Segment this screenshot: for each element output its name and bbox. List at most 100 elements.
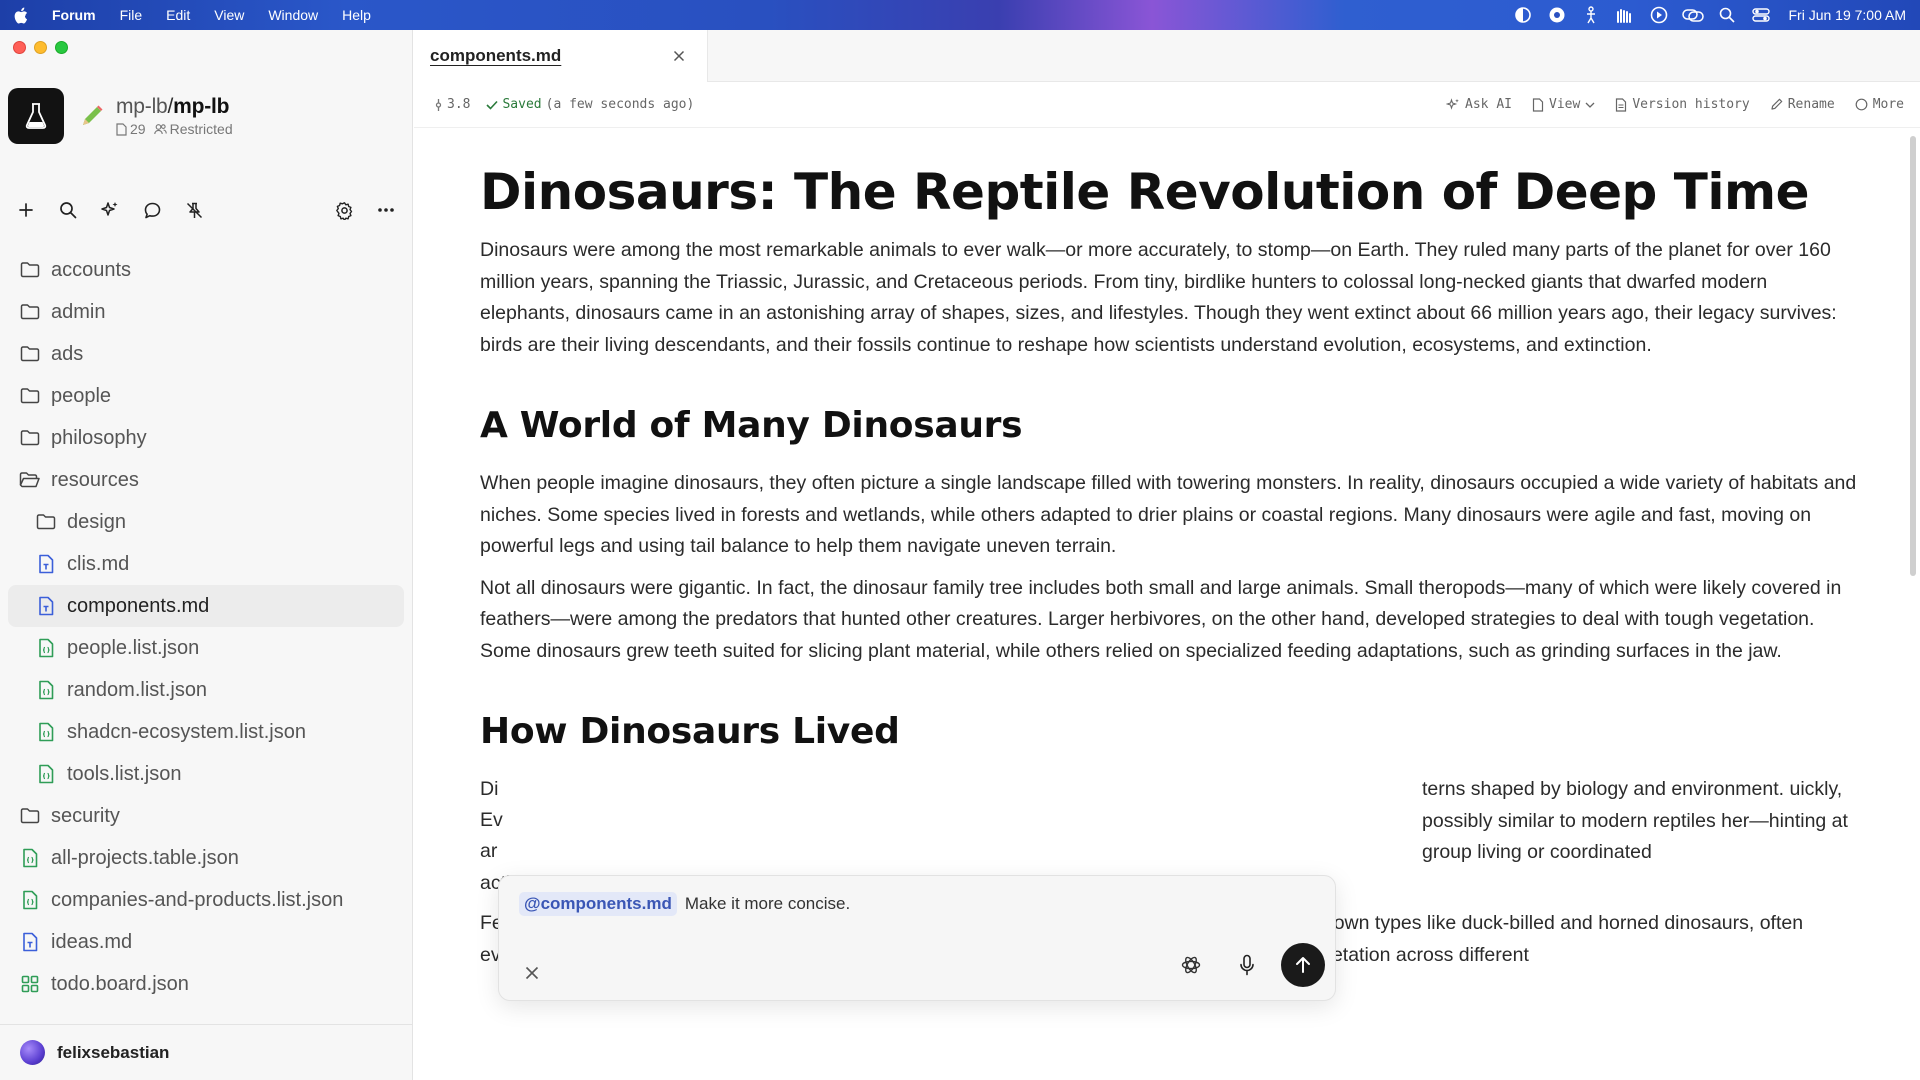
partially-hidden-paragraph: Di Ev ar activity. terns shaped by biolo… <box>480 774 1860 894</box>
close-tab-icon[interactable] <box>669 46 689 66</box>
tree-item-people[interactable]: people <box>8 375 404 417</box>
file-tree: accounts admin ads people philosophy resource… <box>8 249 404 1005</box>
paragraph-visible-fragment: terns shaped by biology and environment.… <box>1422 778 1848 863</box>
tree-item-label: resources <box>51 468 139 491</box>
workspace-logo-flask-icon[interactable] <box>8 88 64 144</box>
tree-item-ads[interactable]: ads <box>8 333 404 375</box>
json-file-icon <box>35 637 57 659</box>
folder-icon <box>35 511 57 533</box>
tree-item-clis-md[interactable]: clis.md <box>8 543 404 585</box>
doc-count: 29 <box>116 121 146 137</box>
paragraph: Not all dinosaurs were gigantic. In fact… <box>480 576 1842 662</box>
tree-item-resources[interactable]: resources <box>8 459 404 501</box>
app-window: mp-lb/mp-lb 29 Restricted accounts admin… <box>0 30 1920 1080</box>
avatar <box>20 1040 45 1065</box>
status-cloud-icon[interactable] <box>1676 0 1710 30</box>
tree-item-label: companies-and-products.list.json <box>51 888 344 911</box>
microphone-icon[interactable] <box>1225 943 1269 987</box>
status-play-icon[interactable] <box>1642 0 1676 30</box>
markdown-file-icon <box>35 553 57 575</box>
status-moon-icon[interactable] <box>1506 0 1540 30</box>
more-button[interactable]: More <box>1855 97 1904 112</box>
tree-item-design[interactable]: design <box>8 501 404 543</box>
menu-help[interactable]: Help <box>330 0 383 30</box>
tree-item-label: ads <box>51 342 84 365</box>
new-item-plus-icon[interactable] <box>12 196 40 224</box>
workspace-header[interactable]: mp-lb/mp-lb 29 Restricted <box>8 87 404 145</box>
scrollbar[interactable] <box>1910 136 1916 576</box>
tree-item-tools-list-json[interactable]: tools.list.json <box>8 753 404 795</box>
tree-item-label: random.list.json <box>67 678 208 701</box>
tree-item-label: components.md <box>67 594 210 617</box>
send-arrow-up-button[interactable] <box>1281 943 1325 987</box>
status-record-icon[interactable] <box>1540 0 1574 30</box>
intro-paragraph: Dinosaurs were among the most remarkable… <box>480 239 1837 356</box>
view-dropdown[interactable]: View <box>1532 97 1595 112</box>
document-toolbar: 3.8 Saved (a few seconds ago) Ask AI Vie… <box>414 82 1920 128</box>
tree-item-label: accounts <box>51 258 132 281</box>
version-history-button[interactable]: Version history <box>1615 97 1750 112</box>
zoom-window-button[interactable] <box>55 41 68 54</box>
tree-item-people-list-json[interactable]: people.list.json <box>8 627 404 669</box>
menu-file[interactable]: File <box>108 0 155 30</box>
paragraph: When people imagine dinosaurs, they ofte… <box>480 472 1857 557</box>
rename-button[interactable]: Rename <box>1770 97 1835 112</box>
tree-item-label: todo.board.json <box>51 972 189 995</box>
file-icon <box>1532 97 1544 112</box>
tree-item-label: people <box>51 384 112 407</box>
folder-icon <box>19 259 41 281</box>
status-figure-icon[interactable] <box>1574 0 1608 30</box>
json-file-icon <box>19 847 41 869</box>
pin-off-icon[interactable] <box>180 196 208 224</box>
ask-ai-button[interactable]: Ask AI <box>1446 97 1512 112</box>
apple-menu-icon[interactable] <box>0 7 40 24</box>
minimize-window-button[interactable] <box>34 41 47 54</box>
tree-item-components-md[interactable]: components.md <box>8 585 404 627</box>
main-area: components.md 3.8 Saved (a few seconds a… <box>414 30 1920 1080</box>
tree-item-admin[interactable]: admin <box>8 291 404 333</box>
folder-open-icon <box>19 469 41 491</box>
tab-label: components.md <box>430 46 562 65</box>
tree-item-todo-board-json[interactable]: todo.board.json <box>8 963 404 1005</box>
menu-window[interactable]: Window <box>256 0 330 30</box>
menu-view[interactable]: View <box>202 0 256 30</box>
settings-gear-icon[interactable] <box>330 196 358 224</box>
sparkles-ai-icon[interactable] <box>96 196 124 224</box>
file-mention-chip[interactable]: @components.md <box>519 892 677 916</box>
status-hands-icon[interactable] <box>1608 0 1642 30</box>
folder-icon <box>19 343 41 365</box>
tree-item-label: security <box>51 804 120 827</box>
tree-item-random-list-json[interactable]: random.list.json <box>8 669 404 711</box>
tab-components-md[interactable]: components.md <box>414 30 708 82</box>
close-prompt-icon[interactable] <box>519 960 545 986</box>
chevron-down-icon <box>1585 102 1595 108</box>
tree-item-accounts[interactable]: accounts <box>8 249 404 291</box>
status-search-icon[interactable] <box>1710 0 1744 30</box>
menu-app-name[interactable]: Forum <box>40 0 108 30</box>
menu-edit[interactable]: Edit <box>154 0 202 30</box>
search-icon[interactable] <box>54 196 82 224</box>
menu-clock[interactable]: Fri Jun 19 7:00 AM <box>1778 7 1906 23</box>
pencil-icon <box>1771 98 1783 110</box>
more-ellipsis-icon[interactable] <box>372 196 400 224</box>
close-window-button[interactable] <box>13 41 26 54</box>
tab-bar: components.md <box>414 30 1920 82</box>
tree-item-label: all-projects.table.json <box>51 846 239 869</box>
model-selector-openai-icon[interactable] <box>1169 943 1213 987</box>
user-profile[interactable]: felixsebastian <box>0 1024 412 1080</box>
tab-bar-empty <box>708 30 1920 81</box>
tree-item-label: design <box>67 510 126 533</box>
tree-item-security[interactable]: security <box>8 795 404 837</box>
tree-item-shadcn-ecosystem-list-json[interactable]: shadcn-ecosystem.list.json <box>8 711 404 753</box>
version-indicator[interactable]: 3.8 <box>434 97 470 112</box>
tree-item-all-projects-table-json[interactable]: all-projects.table.json <box>8 837 404 879</box>
prompt-input[interactable]: @components.md Make it more concise. <box>519 892 850 916</box>
tree-item-label: clis.md <box>67 552 130 575</box>
status-control-center-icon[interactable] <box>1744 0 1778 30</box>
tree-item-companies-and-products-list-json[interactable]: companies-and-products.list.json <box>8 879 404 921</box>
chat-bubble-icon[interactable] <box>138 196 166 224</box>
document-content[interactable]: Dinosaurs: The Reptile Revolution of Dee… <box>480 128 1860 971</box>
json-file-icon <box>19 889 41 911</box>
tree-item-ideas-md[interactable]: ideas.md <box>8 921 404 963</box>
tree-item-philosophy[interactable]: philosophy <box>8 417 404 459</box>
